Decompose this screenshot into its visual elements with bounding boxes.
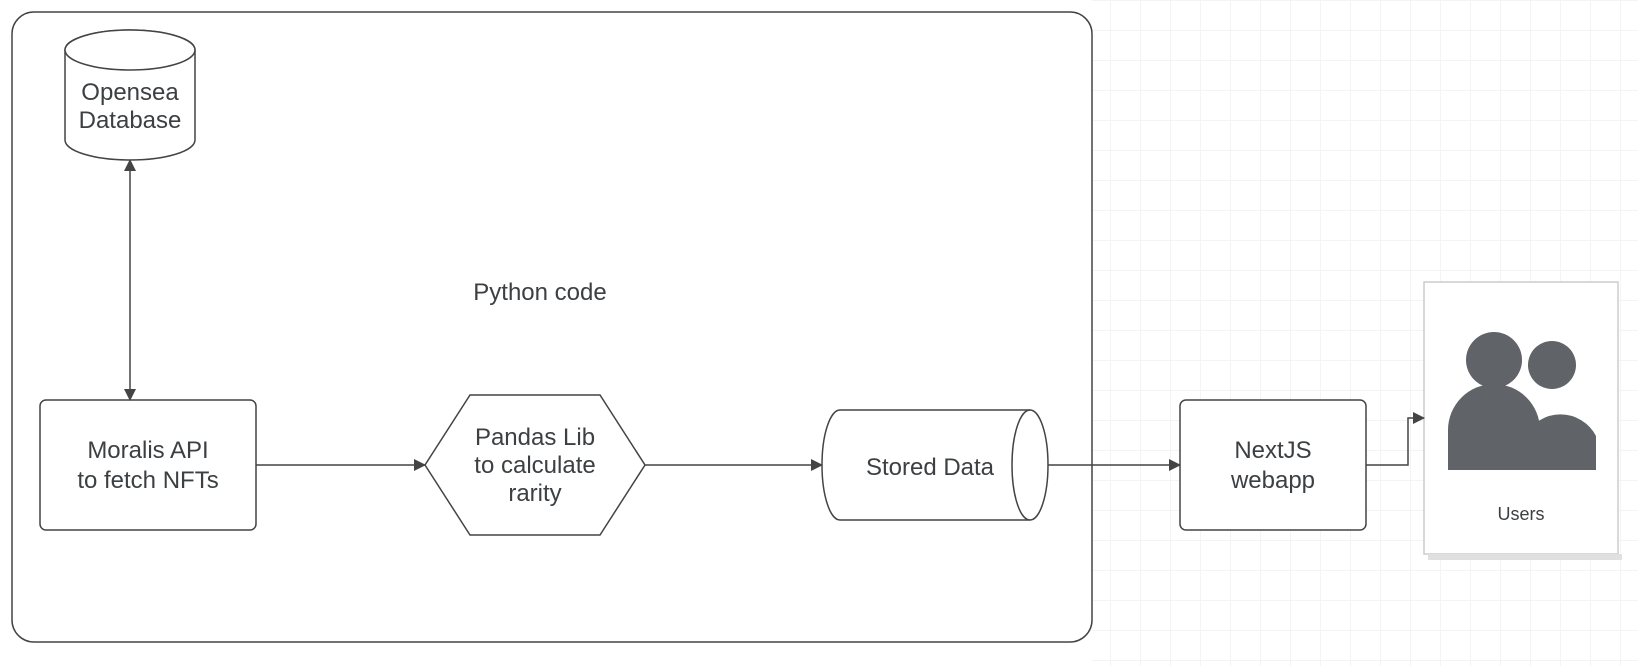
opensea-label-1: Opensea: [81, 79, 179, 106]
edge-nextjs-users: [1366, 418, 1424, 465]
nextjs-webapp-node: NextJS webapp: [1180, 400, 1366, 530]
container-label: Python code: [473, 279, 606, 306]
pandas-label-1: Pandas Lib: [475, 424, 595, 451]
moralis-api-node: Moralis API to fetch NFTs: [40, 400, 256, 530]
stored-label: Stored Data: [866, 454, 995, 481]
moralis-label-1: Moralis API: [87, 437, 208, 464]
stored-data-node: Stored Data: [822, 410, 1048, 520]
opensea-label-2: Database: [79, 107, 182, 134]
diagram-canvas: Python code Opensea Database Moralis API…: [0, 0, 1638, 666]
users-node: Users: [1424, 282, 1622, 560]
nextjs-label-2: webapp: [1230, 467, 1315, 494]
users-label: Users: [1497, 504, 1544, 524]
opensea-database-node: Opensea Database: [65, 30, 195, 160]
pandas-lib-node: Pandas Lib to calculate rarity: [425, 395, 645, 535]
pandas-label-3: rarity: [508, 480, 561, 507]
nextjs-label-1: NextJS: [1234, 437, 1311, 464]
pandas-label-2: to calculate: [474, 452, 595, 479]
moralis-label-2: to fetch NFTs: [77, 467, 218, 494]
